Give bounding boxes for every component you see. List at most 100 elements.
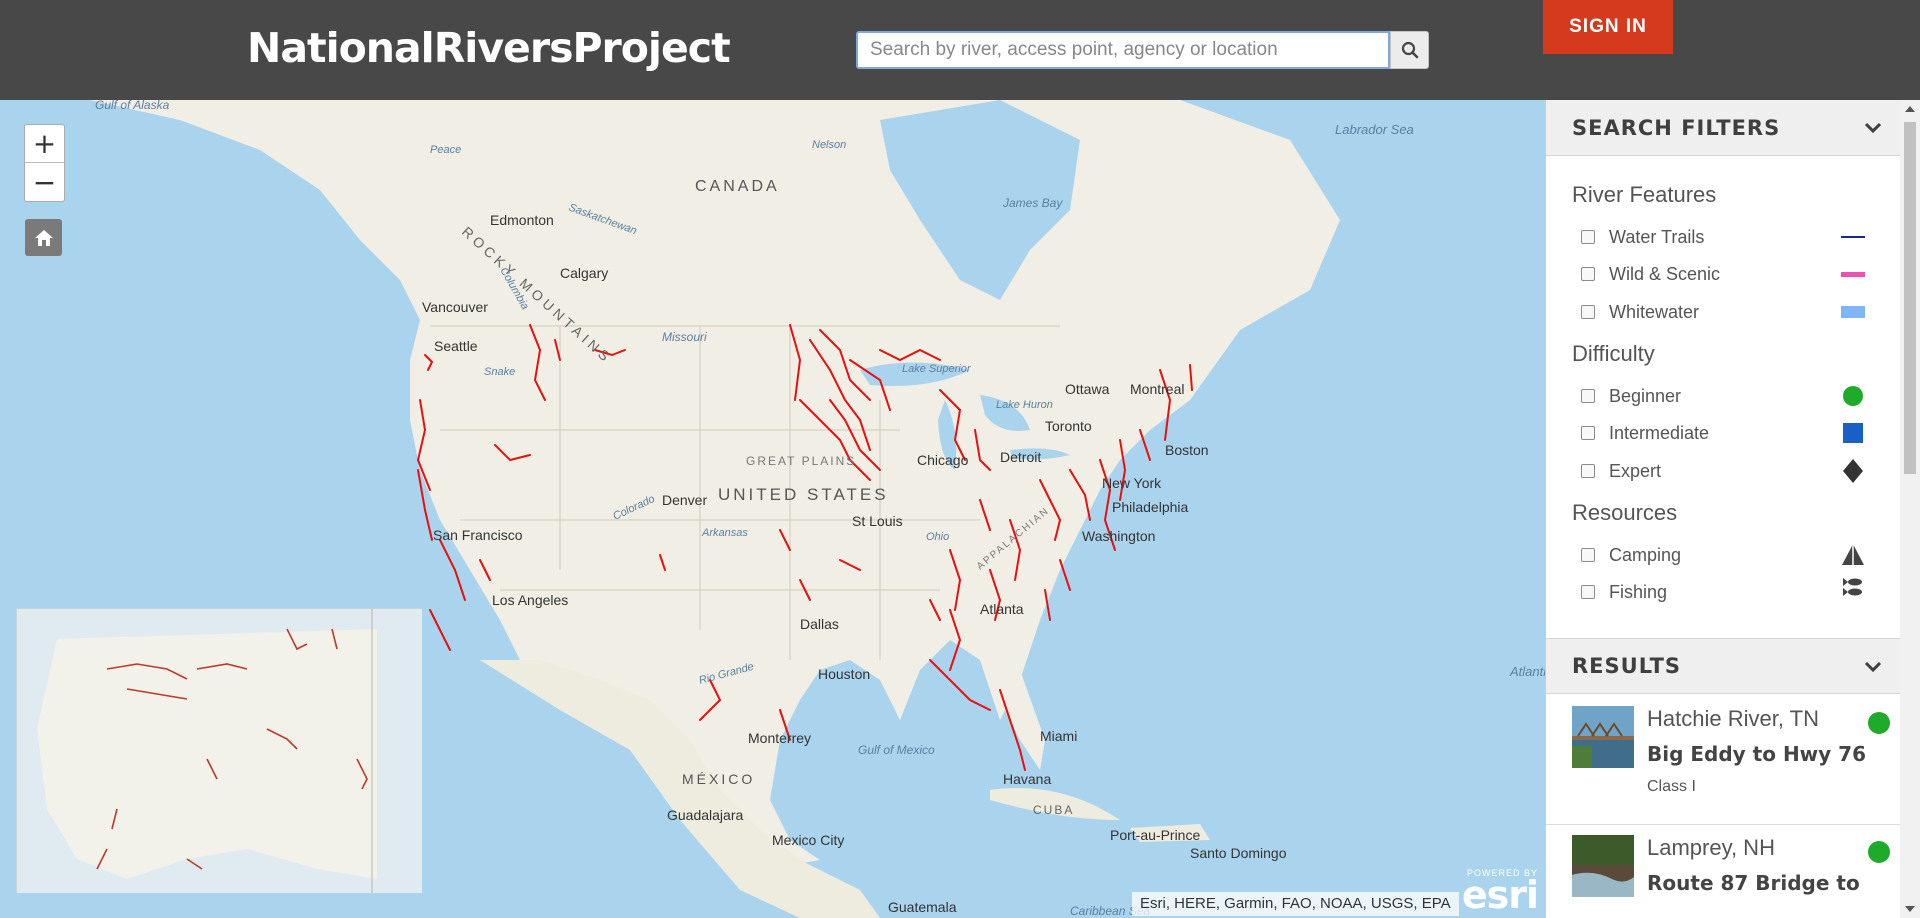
beginner-difficulty-icon bbox=[1868, 841, 1890, 863]
result-thumbnail bbox=[1572, 706, 1634, 768]
sign-in-button[interactable]: SIGN IN bbox=[1543, 0, 1673, 54]
checkbox[interactable] bbox=[1581, 426, 1595, 440]
map-label: UNITED STATES bbox=[718, 485, 889, 504]
map-label: Montreal bbox=[1130, 381, 1184, 397]
esri-wordmark: esri bbox=[1460, 878, 1538, 912]
river-features-title: River Features bbox=[1572, 182, 1716, 208]
scrollbar-thumb[interactable] bbox=[1904, 122, 1916, 474]
intermediate-square-icon bbox=[1843, 423, 1863, 443]
search-input[interactable] bbox=[856, 31, 1390, 69]
checkbox[interactable] bbox=[1581, 464, 1595, 478]
checkbox[interactable] bbox=[1581, 585, 1595, 599]
map-label: Guatemala bbox=[888, 899, 957, 915]
map-label: Labrador Sea bbox=[1335, 122, 1414, 137]
inset-map-image bbox=[17, 609, 422, 893]
zoom-out-button[interactable]: − bbox=[25, 163, 64, 201]
filter-label: Intermediate bbox=[1609, 423, 1709, 444]
results-header[interactable]: RESULTS bbox=[1546, 638, 1901, 694]
checkbox[interactable] bbox=[1581, 305, 1595, 319]
whitewater-swatch-icon bbox=[1841, 306, 1865, 318]
result-segment: Big Eddy to Hwy 76 bbox=[1647, 742, 1866, 766]
beginner-difficulty-icon bbox=[1868, 712, 1890, 734]
search-icon bbox=[1401, 41, 1419, 59]
filter-label: Beginner bbox=[1609, 386, 1681, 407]
map-label: Santo Domingo bbox=[1190, 845, 1287, 861]
map-label: Chicago bbox=[917, 452, 969, 468]
fish-icon bbox=[1843, 578, 1862, 596]
search-filters-title: SEARCH FILTERS bbox=[1572, 116, 1780, 140]
filter-label: Water Trails bbox=[1609, 227, 1704, 248]
map-label: Boston bbox=[1165, 442, 1209, 458]
map-label: Havana bbox=[1003, 771, 1051, 787]
checkbox[interactable] bbox=[1581, 230, 1595, 244]
checkbox[interactable] bbox=[1581, 389, 1595, 403]
map-attribution: Esri, HERE, Garmin, FAO, NOAA, USGS, EPA bbox=[1132, 892, 1459, 916]
map-label: Edmonton bbox=[490, 212, 554, 228]
result-item[interactable]: Hatchie River, TN Big Eddy to Hwy 76 Cla… bbox=[1572, 696, 1892, 820]
scroll-down-icon[interactable] bbox=[1905, 906, 1915, 912]
filter-intermediate[interactable]: Intermediate bbox=[1581, 420, 1881, 446]
map-label: James Bay bbox=[1002, 196, 1063, 210]
map-label: Dallas bbox=[800, 616, 839, 632]
chevron-down-icon bbox=[1863, 118, 1883, 138]
map-label: Washington bbox=[1082, 528, 1155, 544]
map-label: St Louis bbox=[852, 513, 903, 529]
map-label: Port-au-Prince bbox=[1110, 827, 1200, 843]
map-label: Vancouver bbox=[422, 299, 488, 315]
filter-camping[interactable]: Camping bbox=[1581, 542, 1881, 568]
result-river-name: Lamprey, NH bbox=[1647, 835, 1775, 861]
result-river-name: Hatchie River, TN bbox=[1647, 706, 1819, 732]
filter-whitewater[interactable]: Whitewater bbox=[1581, 299, 1881, 325]
map-label: Toronto bbox=[1045, 418, 1092, 434]
map-label: Philadelphia bbox=[1112, 499, 1188, 515]
filter-fishing[interactable]: Fishing bbox=[1581, 579, 1881, 605]
search-filters-header[interactable]: SEARCH FILTERS bbox=[1546, 100, 1901, 156]
result-item[interactable]: Lamprey, NH Route 87 Bridge to bbox=[1572, 825, 1892, 918]
map-label: Ottawa bbox=[1065, 381, 1110, 397]
map-label: Monterrey bbox=[748, 730, 811, 746]
home-button[interactable] bbox=[25, 219, 62, 256]
top-header: NationalRiversProject SIGN IN bbox=[0, 0, 1920, 100]
filter-water-trails[interactable]: Water Trails bbox=[1581, 224, 1881, 250]
checkbox[interactable] bbox=[1581, 548, 1595, 562]
search-button[interactable] bbox=[1390, 31, 1429, 69]
sidebar-scrollbar[interactable] bbox=[1900, 100, 1920, 918]
map-label: MÉXICO bbox=[682, 771, 755, 787]
map-label: Houston bbox=[818, 666, 870, 682]
filter-wild-scenic[interactable]: Wild & Scenic bbox=[1581, 261, 1881, 287]
home-icon bbox=[33, 228, 55, 248]
esri-logo: POWERED BY esri bbox=[1460, 868, 1538, 914]
results-title: RESULTS bbox=[1572, 654, 1681, 678]
difficulty-title: Difficulty bbox=[1572, 341, 1655, 367]
result-class: Class I bbox=[1647, 778, 1696, 796]
map-label: Atlantic Ocean bbox=[1509, 664, 1545, 679]
beginner-circle-icon bbox=[1843, 386, 1863, 406]
map-label: Gulf of Mexico bbox=[858, 743, 935, 757]
result-thumbnail bbox=[1572, 835, 1634, 897]
result-segment: Route 87 Bridge to bbox=[1647, 871, 1860, 895]
filter-expert[interactable]: Expert bbox=[1581, 458, 1881, 484]
brand-logo[interactable]: NationalRiversProject bbox=[247, 24, 730, 72]
alaska-inset-map[interactable] bbox=[16, 608, 421, 892]
filter-label: Whitewater bbox=[1609, 302, 1699, 323]
map-label: Lake Superior bbox=[902, 363, 972, 375]
scroll-up-icon[interactable] bbox=[1905, 106, 1915, 112]
filter-label: Wild & Scenic bbox=[1609, 264, 1720, 285]
filter-beginner[interactable]: Beginner bbox=[1581, 383, 1881, 409]
checkbox[interactable] bbox=[1581, 267, 1595, 281]
map-label: Mexico City bbox=[772, 832, 844, 848]
map-label: Gulf of Alaska bbox=[95, 100, 170, 112]
sidebar-panel: SEARCH FILTERS River Features Water Trai… bbox=[1545, 100, 1920, 918]
map-view[interactable]: Gulf of Alaska CANADA Edmonton Calgary V… bbox=[0, 100, 1545, 918]
filter-label: Fishing bbox=[1609, 582, 1667, 603]
map-label: Lake Huron bbox=[996, 399, 1053, 411]
filter-label: Camping bbox=[1609, 545, 1681, 566]
map-label: Calgary bbox=[560, 265, 608, 281]
map-label: Atlanta bbox=[980, 601, 1024, 617]
map-label: Ohio bbox=[926, 531, 949, 543]
zoom-in-button[interactable]: + bbox=[25, 125, 64, 163]
search-bar bbox=[856, 31, 1429, 69]
map-label: Seattle bbox=[434, 338, 478, 354]
map-label: New York bbox=[1102, 475, 1162, 491]
resources-title: Resources bbox=[1572, 500, 1677, 526]
